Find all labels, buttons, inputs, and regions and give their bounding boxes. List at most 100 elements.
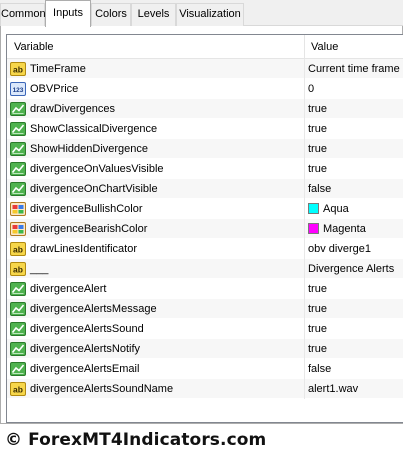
value-text: Magenta (323, 223, 366, 236)
variable-cell: ab divergenceAlertsSoundName (7, 379, 305, 399)
ab-icon: ab (10, 261, 26, 277)
table-row[interactable]: ShowClassicalDivergence true (7, 119, 403, 139)
variable-name: divergenceBearishColor (30, 223, 148, 235)
tab-common[interactable]: Common (0, 3, 46, 26)
variable-cell: divergenceBearishColor (7, 219, 305, 239)
table-row[interactable]: divergenceAlertsSound true (7, 319, 403, 339)
value-cell[interactable]: true (306, 299, 403, 319)
variable-name: divergenceOnValuesVisible (30, 163, 164, 175)
value-cell[interactable]: Magenta (306, 219, 403, 239)
column-header-value[interactable]: Value (306, 35, 403, 59)
variable-name: divergenceAlertsSound (30, 323, 144, 335)
value-cell[interactable]: true (306, 319, 403, 339)
bool-chart-icon (10, 101, 26, 117)
value-cell[interactable]: true (306, 99, 403, 119)
table-row[interactable]: 123 OBVPrice 0 (7, 79, 403, 99)
value-cell[interactable]: alert1.wav (306, 379, 403, 399)
ab-icon: ab (10, 61, 26, 77)
value-text: true (308, 123, 327, 136)
color-palette-icon (10, 201, 26, 217)
variable-name: divergenceBullishColor (30, 203, 143, 215)
value-cell[interactable]: true (306, 159, 403, 179)
value-text: Aqua (323, 203, 349, 216)
table-row[interactable]: drawDivergences true (7, 99, 403, 119)
table-row[interactable]: divergenceAlertsMessage true (7, 299, 403, 319)
watermark-text: © ForexMT4Indicators.com (5, 430, 267, 450)
table-row[interactable]: divergenceAlert true (7, 279, 403, 299)
value-text: true (308, 283, 327, 296)
color-swatch[interactable] (308, 203, 319, 214)
variable-name: divergenceAlertsNotify (30, 343, 141, 355)
tab-visualization[interactable]: Visualization (176, 3, 244, 26)
tab-inputs[interactable]: Inputs (45, 0, 91, 27)
integer-123-icon: 123 (10, 81, 26, 97)
svg-text:123: 123 (13, 87, 24, 94)
table-row[interactable]: ShowHiddenDivergence true (7, 139, 403, 159)
table-row[interactable]: ab ___ Divergence Alerts (7, 259, 403, 279)
value-cell[interactable]: true (306, 279, 403, 299)
variable-name: divergenceAlert (30, 283, 107, 295)
color-palette-icon (10, 221, 26, 237)
column-header-variable[interactable]: Variable (7, 35, 305, 59)
variable-name: divergenceAlertsSoundName (30, 383, 174, 395)
table-row[interactable]: divergenceBearishColor Magenta (7, 219, 403, 239)
value-text: obv diverge1 (308, 243, 371, 256)
value-cell[interactable]: false (306, 359, 403, 379)
value-text: true (308, 303, 327, 316)
bool-chart-icon (10, 141, 26, 157)
value-cell[interactable]: Current time frame (306, 59, 403, 79)
value-cell[interactable]: true (306, 339, 403, 359)
svg-text:ab: ab (13, 245, 23, 255)
variable-cell: drawDivergences (7, 99, 305, 119)
grid-header: Variable Value (7, 35, 403, 59)
value-text: Divergence Alerts (308, 263, 395, 276)
tab-colors[interactable]: Colors (91, 3, 131, 26)
value-cell[interactable]: obv diverge1 (306, 239, 403, 259)
value-cell[interactable]: true (306, 119, 403, 139)
svg-text:ab: ab (13, 265, 23, 275)
variable-cell: divergenceOnChartVisible (7, 179, 305, 199)
table-row[interactable]: divergenceOnValuesVisible true (7, 159, 403, 179)
tab-levels[interactable]: Levels (131, 3, 176, 26)
variable-cell: divergenceAlertsSound (7, 319, 305, 339)
variable-name: drawLinesIdentificator (30, 243, 138, 255)
tab-bar: Common Inputs Colors Levels Visualizatio… (0, 0, 403, 27)
value-cell[interactable]: Aqua (306, 199, 403, 219)
value-text: false (308, 183, 332, 196)
variable-cell: divergenceBullishColor (7, 199, 305, 219)
table-row[interactable]: divergenceOnChartVisible false (7, 179, 403, 199)
table-row[interactable]: divergenceAlertsEmail false (7, 359, 403, 379)
variable-cell: divergenceAlertsNotify (7, 339, 305, 359)
value-text: false (308, 363, 332, 376)
value-cell[interactable]: 0 (306, 79, 403, 99)
value-text: true (308, 163, 327, 176)
variable-name: drawDivergences (30, 103, 115, 115)
variable-cell: ab drawLinesIdentificator (7, 239, 305, 259)
value-text: true (308, 103, 327, 116)
bool-chart-icon (10, 181, 26, 197)
value-cell[interactable]: Divergence Alerts (306, 259, 403, 279)
variable-cell: ab ___ (7, 259, 305, 279)
value-text: alert1.wav (308, 383, 359, 396)
value-cell[interactable]: false (306, 179, 403, 199)
value-cell[interactable]: true (306, 139, 403, 159)
table-row[interactable]: divergenceBullishColor Aqua (7, 199, 403, 219)
bool-chart-icon (10, 281, 26, 297)
variable-cell: ab TimeFrame (7, 59, 305, 79)
variable-name: ___ (30, 263, 49, 275)
table-row[interactable]: divergenceAlertsNotify true (7, 339, 403, 359)
value-text: 0 (308, 83, 315, 96)
table-row[interactable]: ab drawLinesIdentificator obv diverge1 (7, 239, 403, 259)
color-swatch[interactable] (308, 223, 319, 234)
bool-chart-icon (10, 121, 26, 137)
table-row[interactable]: ab TimeFrame Current time frame (7, 59, 403, 79)
svg-text:ab: ab (13, 385, 23, 395)
inputs-panel: Variable Value ab TimeFrame Current time f… (0, 26, 403, 424)
variable-cell: divergenceAlertsMessage (7, 299, 305, 319)
grid-rows: ab TimeFrame Current time frame 123 OBVPrice… (7, 59, 403, 399)
variable-name: OBVPrice (30, 83, 79, 95)
table-row[interactable]: ab divergenceAlertsSoundName alert1.wav (7, 379, 403, 399)
ab-icon: ab (10, 381, 26, 397)
variable-name: ShowClassicalDivergence (30, 123, 158, 135)
variable-cell: 123 OBVPrice (7, 79, 305, 99)
